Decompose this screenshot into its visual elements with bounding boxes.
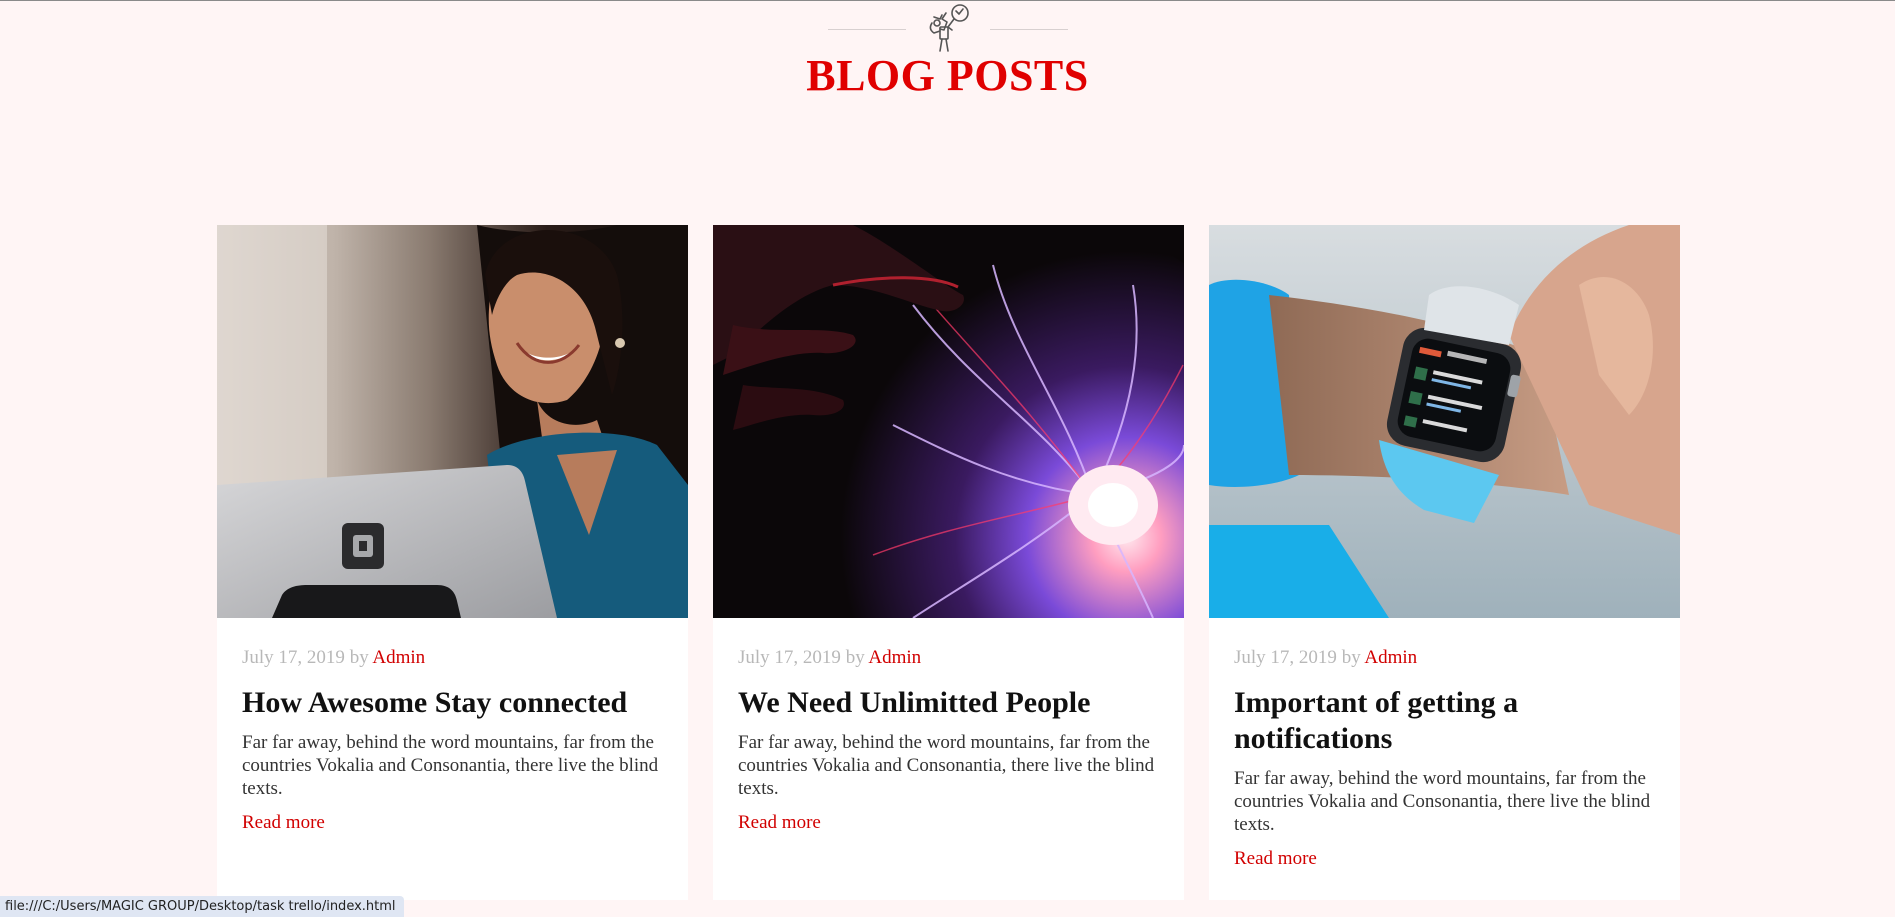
section-header: BLOG POSTS [0,0,1895,110]
read-more-link[interactable]: Read more [242,812,325,834]
read-more-link[interactable]: Read more [1234,848,1317,870]
post-excerpt: Far far away, behind the word mountains,… [1234,768,1651,835]
post-by: by [1341,647,1361,668]
post-meta: July 17, 2019 by Admin [1234,648,1659,667]
blog-card: July 17, 2019 by Admin How Awesome Stay … [217,225,688,900]
toy-figures-icon [918,3,978,55]
woman-with-laptop-photo[interactable] [217,225,688,618]
ornament-line-left [828,29,906,30]
ornament-line-right [990,29,1068,30]
smartwatch-photo[interactable] [1209,225,1680,618]
blog-card: July 17, 2019 by Admin Important of gett… [1209,225,1680,900]
read-more-link[interactable]: Read more [738,812,821,834]
card-body: July 17, 2019 by Admin How Awesome Stay … [242,648,667,834]
post-author-link[interactable]: Admin [1364,647,1417,668]
post-author-link[interactable]: Admin [372,647,425,668]
post-date: July 17, 2019 [242,647,345,668]
post-date: July 17, 2019 [1234,647,1337,668]
post-date: July 17, 2019 [738,647,841,668]
post-excerpt: Far far away, behind the word mountains,… [242,732,659,799]
post-title[interactable]: How Awesome Stay connected [242,685,667,721]
blog-cards: July 17, 2019 by Admin How Awesome Stay … [217,225,1680,900]
card-body: July 17, 2019 by Admin We Need Unlimitte… [738,648,1163,834]
header-ornament [0,3,1895,55]
post-meta: July 17, 2019 by Admin [242,648,667,667]
post-meta: July 17, 2019 by Admin [738,648,1163,667]
post-by: by [845,647,865,668]
blog-card: July 17, 2019 by Admin We Need Unlimitte… [713,225,1184,900]
post-title[interactable]: We Need Unlimitted People [738,685,1163,721]
section-title: BLOG POSTS [806,51,1089,100]
post-by: by [349,647,369,668]
post-author-link[interactable]: Admin [868,647,921,668]
post-title[interactable]: Important of getting a notifications [1234,685,1659,757]
browser-status-bar: file:///C:/Users/MAGIC GROUP/Desktop/tas… [0,896,404,917]
card-body: July 17, 2019 by Admin Important of gett… [1234,648,1659,870]
plasma-ball-photo[interactable] [713,225,1184,618]
post-excerpt: Far far away, behind the word mountains,… [738,732,1155,799]
